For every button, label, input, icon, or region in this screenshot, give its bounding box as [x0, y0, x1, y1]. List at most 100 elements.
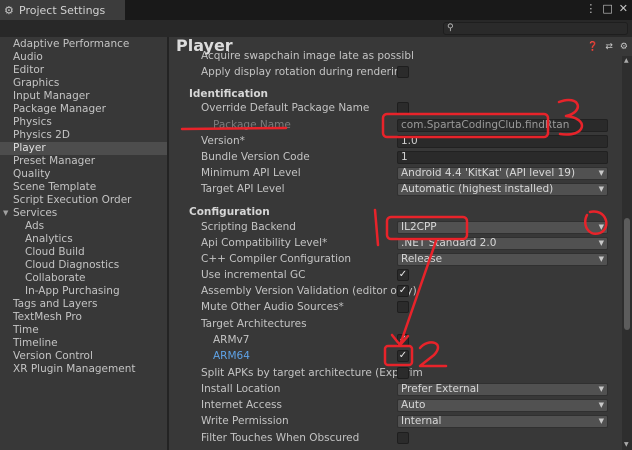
sidebar-item-physics-2d[interactable]: Physics 2D — [0, 129, 167, 142]
sidebar-item-script-execution-order[interactable]: Script Execution Order — [0, 194, 167, 207]
sidebar-item-cloud-build[interactable]: Cloud Build — [0, 246, 167, 259]
search-bar: ⚲ — [0, 20, 632, 37]
internet-access-dropdown[interactable]: Auto ▼ — [397, 399, 608, 412]
install-location-dropdown[interactable]: Prefer External ▼ — [397, 383, 608, 396]
sidebar-item-package-manager[interactable]: Package Manager — [0, 103, 167, 116]
window-controls: ⋮ □ ✕ — [585, 2, 628, 15]
settings-gear-icon[interactable]: ⚙ — [620, 42, 628, 52]
preset-icon[interactable]: ⇄ — [605, 42, 613, 52]
sidebar-item-scene-template[interactable]: Scene Template — [0, 181, 167, 194]
sidebar-item-input-manager[interactable]: Input Manager — [0, 90, 167, 103]
maximize-icon[interactable]: □ — [602, 2, 612, 15]
api-compat-label: Api Compatibility Level* — [201, 237, 328, 249]
scroll-thumb[interactable] — [624, 218, 630, 330]
version-label: Version* — [201, 135, 245, 147]
write-permission-value: Internal — [401, 415, 442, 427]
header-icons: ❓ ⇄ ⚙ — [587, 42, 628, 52]
sidebar-item-in-app-purchasing[interactable]: In-App Purchasing — [0, 285, 167, 298]
scripting-backend-value: IL2CPP — [401, 221, 437, 233]
write-permission-label: Write Permission — [201, 415, 289, 427]
incremental-gc-checkbox[interactable]: ✓ — [397, 269, 409, 281]
sidebar-item-preset-manager[interactable]: Preset Manager — [0, 155, 167, 168]
arm64-checkbox[interactable]: ✓ — [397, 350, 409, 362]
sidebar-item-graphics[interactable]: Graphics — [0, 77, 167, 90]
sidebar-item-tags-and-layers[interactable]: Tags and Layers — [0, 298, 167, 311]
scroll-down-icon[interactable]: ▼ — [624, 441, 629, 448]
incremental-gc-label: Use incremental GC — [201, 269, 306, 281]
chevron-down-icon: ▼ — [598, 385, 604, 393]
min-api-label: Minimum API Level — [201, 167, 301, 179]
apply-display-rotation-checkbox[interactable] — [397, 66, 409, 78]
vertical-scrollbar[interactable]: ▲ ▼ — [622, 56, 632, 450]
search-icon: ⚲ — [447, 23, 454, 33]
split-apks-checkbox[interactable] — [397, 367, 409, 379]
filter-touches-label: Filter Touches When Obscured — [201, 432, 360, 444]
target-api-label: Target API Level — [201, 183, 285, 195]
mute-audio-checkbox[interactable] — [397, 301, 409, 313]
sidebar-item-timeline[interactable]: Timeline — [0, 337, 167, 350]
title-bar: ⚙ Project Settings ⋮ □ ✕ — [0, 0, 632, 20]
internet-access-label: Internet Access — [201, 399, 282, 411]
split-apks-label: Split APKs by target architecture (Exper… — [201, 367, 423, 379]
identification-header: Identification — [189, 88, 269, 100]
sidebar-item-version-control[interactable]: Version Control — [0, 350, 167, 363]
filter-touches-checkbox[interactable] — [397, 432, 409, 444]
min-api-dropdown[interactable]: Android 4.4 'KitKat' (API level 19) ▼ — [397, 167, 608, 180]
sidebar-item-textmesh-pro[interactable]: TextMesh Pro — [0, 311, 167, 324]
bundle-version-label: Bundle Version Code — [201, 151, 310, 163]
help-icon[interactable]: ❓ — [587, 42, 598, 52]
menu-icon[interactable]: ⋮ — [585, 2, 596, 15]
sidebar-item-time[interactable]: Time — [0, 324, 167, 337]
arm64-label: ARM64 — [213, 350, 250, 362]
sidebar-item-ads[interactable]: Ads — [0, 220, 167, 233]
armv7-label: ARMv7 — [213, 334, 250, 346]
target-api-dropdown[interactable]: Automatic (highest installed) ▼ — [397, 183, 608, 196]
sidebar: Adaptive Performance Audio Editor Graphi… — [0, 37, 167, 450]
cpp-config-value: Release — [401, 253, 443, 265]
gear-icon: ⚙ — [4, 3, 14, 17]
package-name-field[interactable]: com.SpartaCodingClub.findRtan — [397, 119, 608, 132]
scripting-backend-dropdown[interactable]: IL2CPP ▼ — [397, 221, 608, 234]
sidebar-item-analytics[interactable]: Analytics — [0, 233, 167, 246]
sidebar-item-audio[interactable]: Audio — [0, 51, 167, 64]
sidebar-item-services[interactable]: ▼ Services — [0, 207, 167, 220]
assembly-validation-checkbox[interactable]: ✓ — [397, 285, 409, 297]
api-compat-dropdown[interactable]: .NET Standard 2.0 ▼ — [397, 237, 608, 250]
chevron-down-icon: ▼ — [598, 401, 604, 409]
min-api-value: Android 4.4 'KitKat' (API level 19) — [401, 167, 576, 179]
sidebar-item-adaptive-performance[interactable]: Adaptive Performance — [0, 38, 167, 51]
mute-audio-label: Mute Other Audio Sources* — [201, 301, 344, 313]
override-package-name-checkbox[interactable] — [397, 102, 409, 114]
cpp-config-dropdown[interactable]: Release ▼ — [397, 253, 608, 266]
target-arch-label: Target Architectures — [201, 318, 307, 330]
version-field[interactable]: 1.0 — [397, 135, 608, 148]
search-input[interactable] — [443, 22, 628, 35]
target-api-value: Automatic (highest installed) — [401, 183, 554, 195]
chevron-down-icon: ▼ — [598, 255, 604, 263]
player-settings-panel: Acquire swapchain image late as possibl … — [169, 37, 632, 450]
sidebar-item-xr-plugin-management[interactable]: XR Plugin Management — [0, 363, 167, 376]
close-icon[interactable]: ✕ — [619, 2, 628, 15]
chevron-down-icon: ▼ — [598, 185, 604, 193]
tab-title: Project Settings — [19, 3, 106, 17]
sidebar-item-cloud-diagnostics[interactable]: Cloud Diagnostics — [0, 259, 167, 272]
internet-access-value: Auto — [401, 399, 426, 411]
sidebar-item-editor[interactable]: Editor — [0, 64, 167, 77]
armv7-checkbox[interactable]: ✓ — [397, 334, 409, 346]
sidebar-item-physics[interactable]: Physics — [0, 116, 167, 129]
scripting-backend-label: Scripting Backend — [201, 221, 296, 233]
install-location-label: Install Location — [201, 383, 281, 395]
chevron-down-icon: ▼ — [598, 169, 604, 177]
project-settings-tab[interactable]: ⚙ Project Settings — [0, 0, 125, 20]
bundle-version-field[interactable]: 1 — [397, 151, 608, 164]
write-permission-dropdown[interactable]: Internal ▼ — [397, 415, 608, 428]
scroll-up-icon[interactable]: ▲ — [624, 57, 629, 64]
page-title: Player — [176, 37, 233, 55]
fold-arrow-icon[interactable]: ▼ — [3, 207, 8, 220]
sidebar-item-player[interactable]: Player — [0, 142, 167, 155]
package-name-label: Package Name — [213, 119, 291, 131]
chevron-down-icon: ▼ — [598, 223, 604, 231]
install-location-value: Prefer External — [401, 383, 480, 395]
sidebar-item-quality[interactable]: Quality — [0, 168, 167, 181]
sidebar-item-collaborate[interactable]: Collaborate — [0, 272, 167, 285]
